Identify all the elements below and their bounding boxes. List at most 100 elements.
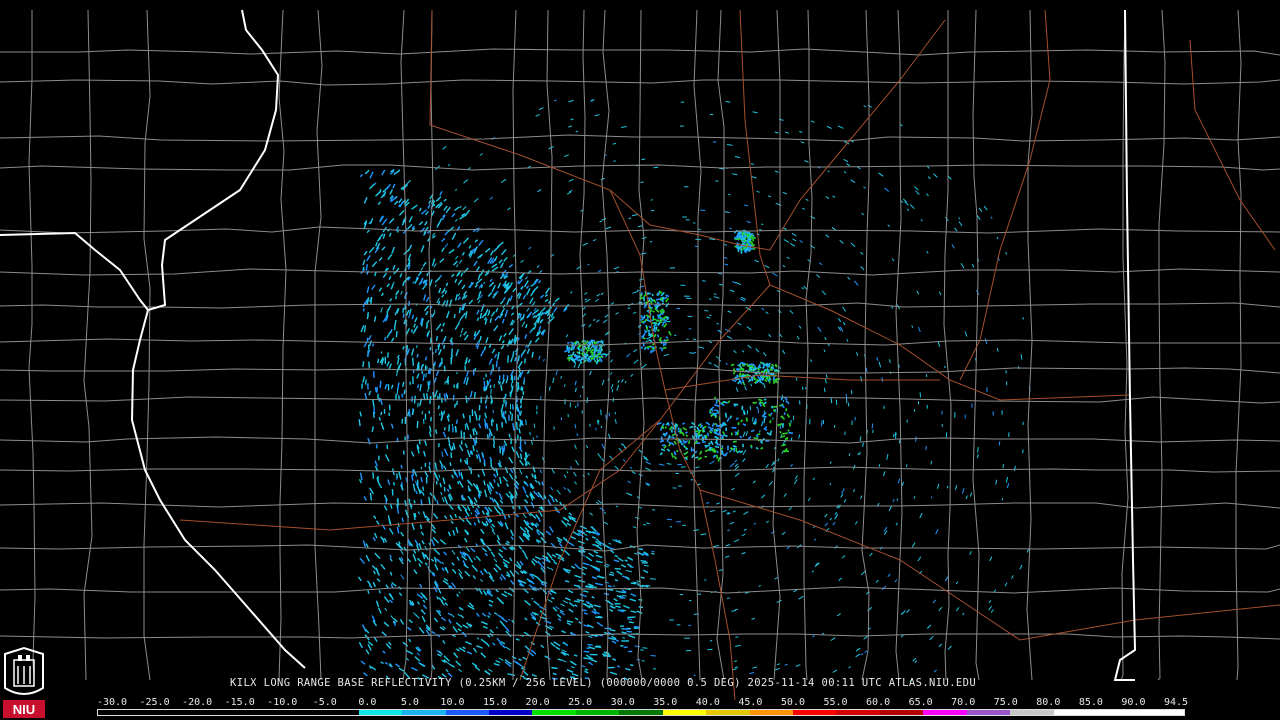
echo-mark — [511, 404, 514, 410]
echo-mark — [412, 357, 414, 366]
echo-mark — [496, 423, 498, 431]
echo-mark — [1022, 316, 1024, 320]
echo-mark — [640, 560, 647, 563]
echo-mark — [443, 410, 446, 415]
echo-mark — [583, 650, 590, 653]
echo-mark — [379, 380, 382, 388]
echo-mark — [726, 597, 730, 599]
echo-mark — [709, 298, 712, 300]
echo-mark — [1002, 464, 1005, 469]
echo-mark — [721, 444, 724, 448]
echo-mark — [629, 664, 634, 667]
color-bar-segment — [141, 710, 185, 715]
echo-mark — [695, 456, 699, 459]
echo-mark — [773, 408, 776, 412]
echo-mark — [408, 300, 411, 307]
echo-mark — [770, 368, 774, 372]
echo-mark — [850, 390, 853, 395]
echo-mark — [402, 307, 405, 313]
color-bar-segment — [619, 710, 663, 715]
echo-mark — [778, 423, 783, 426]
echo-mark — [742, 367, 745, 371]
echo-mark — [748, 365, 754, 368]
echo-mark — [521, 387, 524, 392]
echo-mark — [741, 364, 745, 367]
scale-label: 40.0 — [695, 697, 720, 708]
echo-mark — [671, 435, 675, 439]
echo-mark — [730, 363, 735, 367]
echo-mark — [739, 372, 742, 376]
echo-mark — [781, 423, 785, 428]
echo-mark — [682, 432, 685, 436]
echo-mark — [585, 357, 589, 360]
color-bar-segment — [575, 710, 620, 715]
echo-mark — [434, 462, 437, 470]
echo-mark — [519, 436, 522, 442]
echo-mark — [640, 315, 643, 319]
echo-mark — [581, 609, 587, 612]
echo-mark — [464, 423, 467, 430]
echo-mark — [564, 384, 566, 388]
echo-mark — [585, 601, 590, 604]
color-bar-segment — [228, 710, 272, 715]
echo-mark — [724, 244, 728, 246]
echo-mark — [614, 579, 619, 582]
echo-mark — [473, 439, 476, 446]
echo-mark — [517, 355, 520, 361]
echo-mark — [425, 373, 427, 378]
echo-mark — [715, 424, 719, 427]
echo-mark — [524, 440, 527, 445]
reflectivity-scale-labels: -30.0 -25.0 -20.0 -15.0 -10.0 -5.0 0.0 5.0 10.0 1… — [0, 697, 1280, 709]
echo-mark — [607, 585, 612, 588]
echo-mark — [517, 376, 520, 381]
echo-mark — [403, 389, 406, 395]
echo-mark — [713, 431, 717, 435]
echo-mark — [401, 418, 404, 424]
echo-mark — [764, 375, 767, 378]
echo-mark — [845, 393, 848, 400]
echo-mark — [742, 241, 747, 244]
echo-mark — [741, 379, 745, 383]
echo-mark — [512, 351, 515, 358]
echo-mark — [594, 646, 602, 648]
echo-mark — [416, 420, 419, 429]
echo-mark — [620, 628, 625, 630]
scale-label: 20.0 — [525, 697, 550, 708]
echo-mark — [570, 348, 574, 351]
echo-mark — [652, 310, 655, 313]
echo-mark — [367, 590, 370, 594]
echo-mark — [584, 668, 589, 671]
echo-mark — [525, 419, 527, 426]
echo-mark — [590, 339, 595, 342]
echo-mark — [412, 469, 415, 476]
echo-mark — [608, 573, 615, 576]
echo-mark — [584, 670, 587, 672]
echo-mark — [483, 346, 487, 351]
echo-mark — [734, 431, 738, 434]
echo-mark — [595, 427, 597, 431]
echo-mark — [750, 429, 755, 433]
echo-mark — [489, 384, 492, 389]
echo-mark — [573, 600, 580, 603]
echo-mark — [680, 443, 684, 446]
echo-mark — [362, 308, 365, 312]
echo-mark — [795, 377, 798, 381]
echo-mark — [652, 509, 656, 511]
echo-mark — [716, 450, 719, 454]
echo-mark — [397, 522, 400, 528]
scale-label: 25.0 — [568, 697, 593, 708]
echo-mark — [752, 416, 754, 422]
echo-mark — [447, 413, 450, 418]
echo-mark — [633, 625, 640, 628]
echo-mark — [472, 445, 475, 452]
echo-mark — [483, 458, 486, 464]
echo-mark — [380, 351, 383, 354]
echo-mark — [859, 451, 861, 455]
echo-mark — [451, 348, 453, 357]
echo-mark — [662, 346, 667, 349]
scale-label: -25.0 — [139, 697, 170, 708]
echo-mark — [536, 435, 538, 439]
echo-mark — [780, 397, 783, 401]
echo-mark — [759, 430, 761, 433]
color-bar-segment — [1010, 710, 1054, 715]
